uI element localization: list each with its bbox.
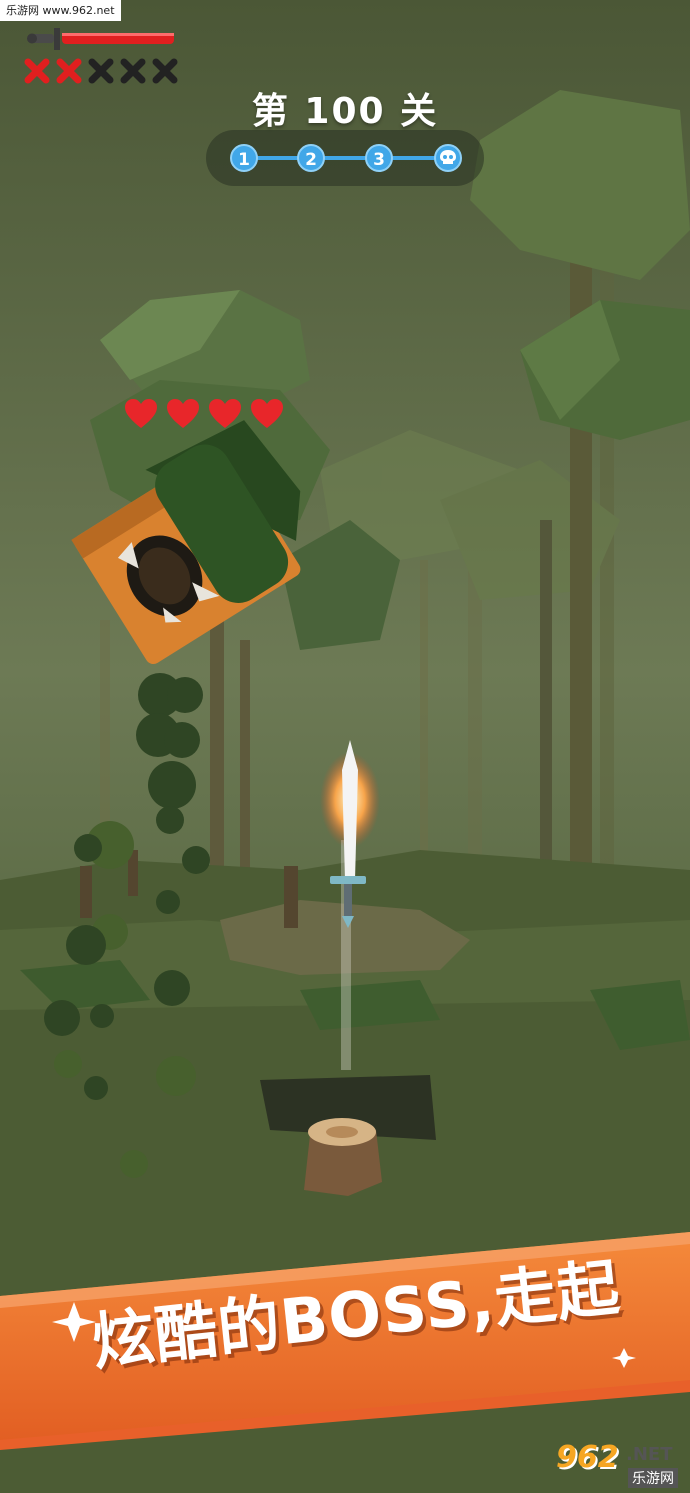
life-remaining-icon	[120, 58, 146, 84]
watermark-top: 乐游网 www.962.net	[0, 0, 121, 21]
life-lost-icon	[24, 58, 50, 84]
watermark-sub: 乐游网	[628, 1468, 678, 1488]
stage-line	[246, 156, 444, 160]
lives-row	[24, 58, 178, 84]
life-remaining-icon	[88, 58, 114, 84]
stage-3: 3	[365, 144, 393, 172]
tree-stump	[304, 1118, 382, 1196]
stage-1: 1	[230, 144, 258, 172]
heart-icon	[209, 399, 241, 428]
life-lost-icon	[56, 58, 82, 84]
level-suffix: 关	[400, 91, 439, 132]
watermark-suffix: .NET	[626, 1444, 673, 1465]
boss-hearts	[124, 398, 284, 430]
heart-icon	[167, 399, 199, 428]
stage-2: 2	[297, 144, 325, 172]
level-number: 100	[304, 91, 386, 132]
skull-icon	[434, 144, 462, 172]
stage-progress: 1 2 3	[206, 130, 484, 186]
watermark-number: 962	[556, 1440, 619, 1475]
life-remaining-icon	[152, 58, 178, 84]
heart-icon	[251, 399, 283, 428]
level-title: 第 100 关	[0, 82, 690, 134]
heart-icon	[125, 399, 157, 428]
health-sword-icon	[27, 28, 174, 50]
level-prefix: 第	[251, 91, 290, 132]
